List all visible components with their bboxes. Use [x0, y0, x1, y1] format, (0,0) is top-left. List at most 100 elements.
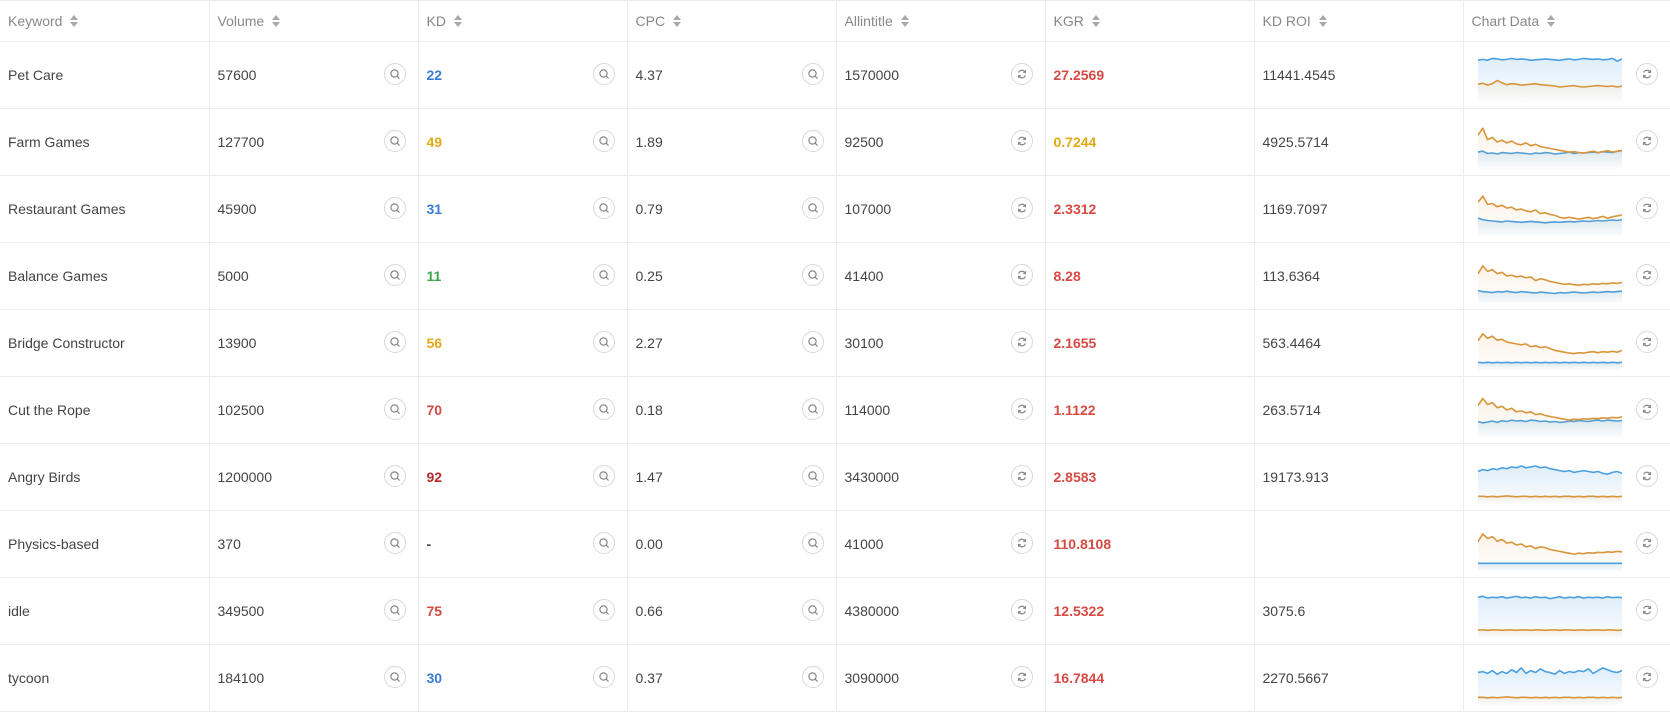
refresh-icon	[1016, 135, 1028, 147]
refresh-chart-button[interactable]	[1636, 599, 1658, 621]
refresh-icon	[1641, 68, 1653, 80]
search-cpc-button[interactable]	[802, 130, 824, 152]
search-kd-button[interactable]	[593, 130, 615, 152]
search-cpc-button[interactable]	[802, 599, 824, 621]
column-header-kgr[interactable]: KGR	[1045, 1, 1254, 42]
search-volume-button[interactable]	[384, 532, 406, 554]
search-cpc-button[interactable]	[802, 197, 824, 219]
search-icon	[807, 537, 819, 549]
volume-value: 1200000	[218, 469, 273, 485]
sort-icon[interactable]	[901, 15, 909, 27]
column-header-keyword[interactable]: Keyword	[0, 1, 209, 42]
kd-value: 75	[427, 603, 443, 619]
kd-roi-value: 2270.5667	[1263, 670, 1329, 686]
table-row: idle 349500 75 0.66 4380000 12.5322 3075…	[0, 578, 1670, 645]
allintitle-cell: 92500	[836, 109, 1045, 176]
search-cpc-button[interactable]	[802, 532, 824, 554]
search-cpc-button[interactable]	[802, 331, 824, 353]
search-cpc-button[interactable]	[802, 465, 824, 487]
column-header-label: KD ROI	[1263, 13, 1311, 29]
search-cpc-button[interactable]	[802, 264, 824, 286]
allintitle-value: 30100	[845, 335, 884, 351]
refresh-chart-button[interactable]	[1636, 465, 1658, 487]
search-volume-button[interactable]	[384, 398, 406, 420]
refresh-chart-button[interactable]	[1636, 264, 1658, 286]
refresh-allintitle-button[interactable]	[1011, 331, 1033, 353]
sort-icon[interactable]	[1319, 15, 1327, 27]
search-volume-button[interactable]	[384, 465, 406, 487]
refresh-allintitle-button[interactable]	[1011, 599, 1033, 621]
refresh-chart-button[interactable]	[1636, 197, 1658, 219]
column-header-cpc[interactable]: CPC	[627, 1, 836, 42]
search-kd-button[interactable]	[593, 398, 615, 420]
sort-icon[interactable]	[454, 15, 462, 27]
refresh-chart-button[interactable]	[1636, 666, 1658, 688]
sort-icon[interactable]	[1092, 15, 1100, 27]
column-header-allintitle[interactable]: Allintitle	[836, 1, 1045, 42]
kgr-cell: 16.7844	[1045, 645, 1254, 712]
refresh-chart-button[interactable]	[1636, 331, 1658, 353]
allintitle-value: 41400	[845, 268, 884, 284]
refresh-allintitle-button[interactable]	[1011, 398, 1033, 420]
allintitle-value: 107000	[845, 201, 892, 217]
search-cpc-button[interactable]	[802, 398, 824, 420]
search-kd-button[interactable]	[593, 532, 615, 554]
sort-icon[interactable]	[1547, 15, 1555, 27]
column-header-volume[interactable]: Volume	[209, 1, 418, 42]
search-icon	[598, 604, 610, 616]
search-volume-button[interactable]	[384, 197, 406, 219]
volume-cell: 102500	[209, 377, 418, 444]
refresh-allintitle-button[interactable]	[1011, 130, 1033, 152]
refresh-allintitle-button[interactable]	[1011, 63, 1033, 85]
sort-icon[interactable]	[70, 15, 78, 27]
search-cpc-button[interactable]	[802, 666, 824, 688]
search-cpc-button[interactable]	[802, 63, 824, 85]
search-icon	[598, 269, 610, 281]
cpc-value: 1.47	[636, 469, 663, 485]
search-kd-button[interactable]	[593, 331, 615, 353]
refresh-allintitle-button[interactable]	[1011, 532, 1033, 554]
keyword-cell: Farm Games	[0, 109, 209, 176]
search-kd-button[interactable]	[593, 197, 615, 219]
cpc-cell: 1.47	[627, 444, 836, 511]
search-kd-button[interactable]	[593, 63, 615, 85]
refresh-allintitle-button[interactable]	[1011, 264, 1033, 286]
kd-roi-value: 263.5714	[1263, 402, 1321, 418]
allintitle-value: 3430000	[845, 469, 900, 485]
refresh-allintitle-button[interactable]	[1011, 197, 1033, 219]
search-kd-button[interactable]	[593, 599, 615, 621]
column-header-kd[interactable]: KD	[418, 1, 627, 42]
refresh-icon	[1016, 68, 1028, 80]
refresh-allintitle-button[interactable]	[1011, 666, 1033, 688]
sort-icon[interactable]	[272, 15, 280, 27]
refresh-chart-button[interactable]	[1636, 398, 1658, 420]
refresh-chart-button[interactable]	[1636, 130, 1658, 152]
search-volume-button[interactable]	[384, 599, 406, 621]
kgr-cell: 27.2569	[1045, 42, 1254, 109]
search-kd-button[interactable]	[593, 465, 615, 487]
column-header-chart-data[interactable]: Chart Data	[1463, 1, 1670, 42]
keyword-text: Balance Games	[8, 268, 108, 284]
search-icon	[598, 403, 610, 415]
search-volume-button[interactable]	[384, 130, 406, 152]
refresh-chart-button[interactable]	[1636, 532, 1658, 554]
chart-data-cell	[1463, 42, 1670, 109]
kgr-value: 16.7844	[1054, 670, 1105, 686]
search-volume-button[interactable]	[384, 331, 406, 353]
kgr-cell: 1.1122	[1045, 377, 1254, 444]
column-header-kd-roi[interactable]: KD ROI	[1254, 1, 1463, 42]
search-kd-button[interactable]	[593, 666, 615, 688]
sort-icon[interactable]	[673, 15, 681, 27]
search-kd-button[interactable]	[593, 264, 615, 286]
refresh-icon	[1641, 336, 1653, 348]
chart-data-cell	[1463, 578, 1670, 645]
volume-value: 45900	[218, 201, 257, 217]
column-header-label: CPC	[636, 13, 666, 29]
cpc-value: 2.27	[636, 335, 663, 351]
search-volume-button[interactable]	[384, 264, 406, 286]
search-volume-button[interactable]	[384, 666, 406, 688]
refresh-chart-button[interactable]	[1636, 63, 1658, 85]
refresh-allintitle-button[interactable]	[1011, 465, 1033, 487]
trend-sparkline	[1478, 182, 1622, 236]
search-volume-button[interactable]	[384, 63, 406, 85]
